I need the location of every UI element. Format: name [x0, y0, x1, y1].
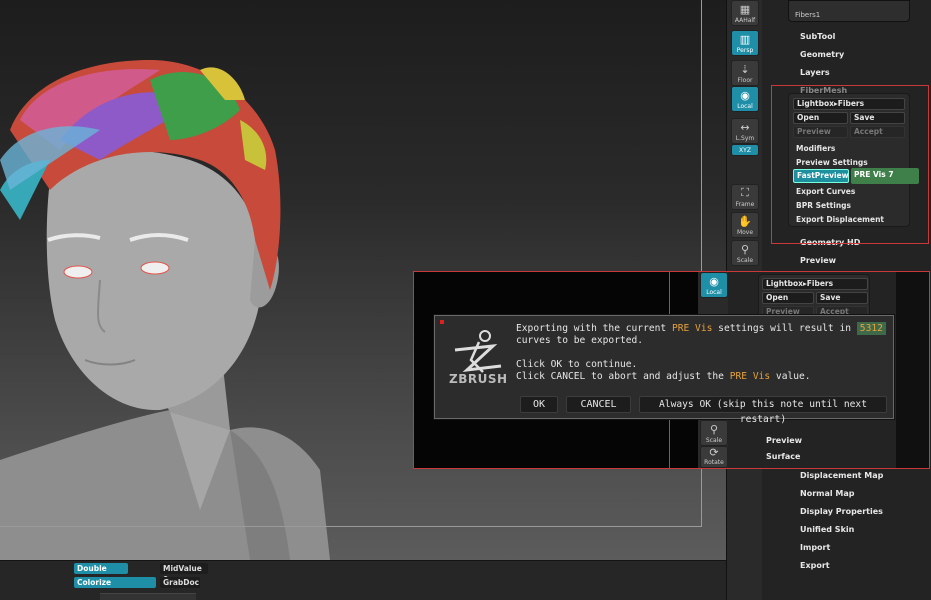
lsym-button[interactable]: ↔ L.Sym — [731, 118, 759, 144]
lsym-icon: ↔ — [740, 120, 750, 134]
zoom-icon: ⚲ — [740, 242, 750, 256]
inset-surface-menu[interactable]: Surface — [766, 452, 800, 461]
inset-scale-button[interactable]: ⚲ Scale — [700, 420, 728, 446]
inset-lightbox-button[interactable]: Lightbox▸Fibers — [762, 278, 868, 290]
persp-grid-icon: ▥ — [739, 32, 751, 46]
curve-count: 5312 — [856, 322, 886, 335]
bottom-toolbar: Double Colorize MidValue 0 GrabDoc — [0, 560, 726, 600]
dialog-line-3: Click OK to continue. — [516, 359, 638, 370]
frame-icon: ⛶ — [741, 186, 749, 199]
geometry-menu[interactable]: Geometry — [800, 50, 844, 59]
export-menu[interactable]: Export — [800, 561, 830, 570]
persp-button[interactable]: ▥ Persp — [731, 30, 759, 56]
layers-menu[interactable]: Layers — [800, 68, 830, 77]
midvalue-slider[interactable]: MidValue 0 — [160, 563, 208, 584]
displacement-map-menu[interactable]: Displacement Map — [800, 471, 883, 480]
inset-zoom-icon: ⚲ — [709, 422, 719, 436]
local-button[interactable]: ◉ Local — [731, 86, 759, 112]
inset-open-button[interactable]: Open — [762, 292, 814, 304]
frame-button[interactable]: ⛶ Frame — [731, 184, 759, 210]
subtool-menu[interactable]: SubTool — [800, 32, 835, 41]
floor-button[interactable]: ⇣ Floor — [731, 60, 759, 86]
grabdoc-button[interactable]: GrabDoc — [160, 577, 200, 588]
dialog-close-dot[interactable] — [440, 320, 444, 324]
inset-rotate-button[interactable]: ⟳ Rotate — [700, 446, 728, 468]
unified-skin-menu[interactable]: Unified Skin — [800, 525, 854, 534]
ok-button[interactable]: OK — [520, 396, 558, 413]
highlight-box-fibermesh — [771, 85, 929, 244]
cancel-button[interactable]: CANCEL — [566, 396, 631, 413]
aahalf-button[interactable]: ▦ AAHalf — [731, 0, 759, 26]
local-icon: ◉ — [740, 88, 750, 102]
rotate-icon: ⟳ — [709, 446, 719, 459]
scale-button[interactable]: ⚲ Scale — [731, 240, 759, 266]
always-ok-button[interactable]: Always OK (skip this note until next res… — [639, 396, 887, 425]
aahalf-icon: ▦ — [739, 2, 751, 16]
subtool-thumbnail[interactable]: Fibers1 — [788, 0, 910, 22]
double-button[interactable]: Double — [74, 563, 128, 574]
preview-menu[interactable]: Preview — [800, 256, 836, 265]
dialog-line-4: Click CANCEL to abort and adjust the PRE… — [516, 371, 811, 382]
zbrush-logo-text: ZBRUSH — [449, 372, 508, 386]
dialog-line-2: curves to be exported. — [516, 335, 644, 346]
colorize-button[interactable]: Colorize — [74, 577, 156, 588]
export-warning-dialog: ZBRUSH Exporting with the current PRE Vi… — [434, 315, 894, 425]
inset-save-button[interactable]: Save — [816, 292, 868, 304]
floor-icon: ⇣ — [740, 62, 750, 76]
dialog-line-1: Exporting with the current PRE Vis setti… — [516, 322, 886, 335]
inset-local-button[interactable]: ◉ Local — [700, 272, 728, 298]
inset-local-icon: ◉ — [709, 274, 719, 288]
move-button[interactable]: ✋ Move — [731, 212, 759, 238]
hand-icon: ✋ — [738, 214, 752, 228]
display-properties-menu[interactable]: Display Properties — [800, 507, 883, 516]
bottom-scroll-arrows[interactable] — [100, 593, 196, 600]
xyz-button[interactable]: XYZ — [731, 144, 759, 156]
normal-map-menu[interactable]: Normal Map — [800, 489, 854, 498]
import-menu[interactable]: Import — [800, 543, 830, 552]
inset-preview-menu[interactable]: Preview — [766, 436, 802, 445]
